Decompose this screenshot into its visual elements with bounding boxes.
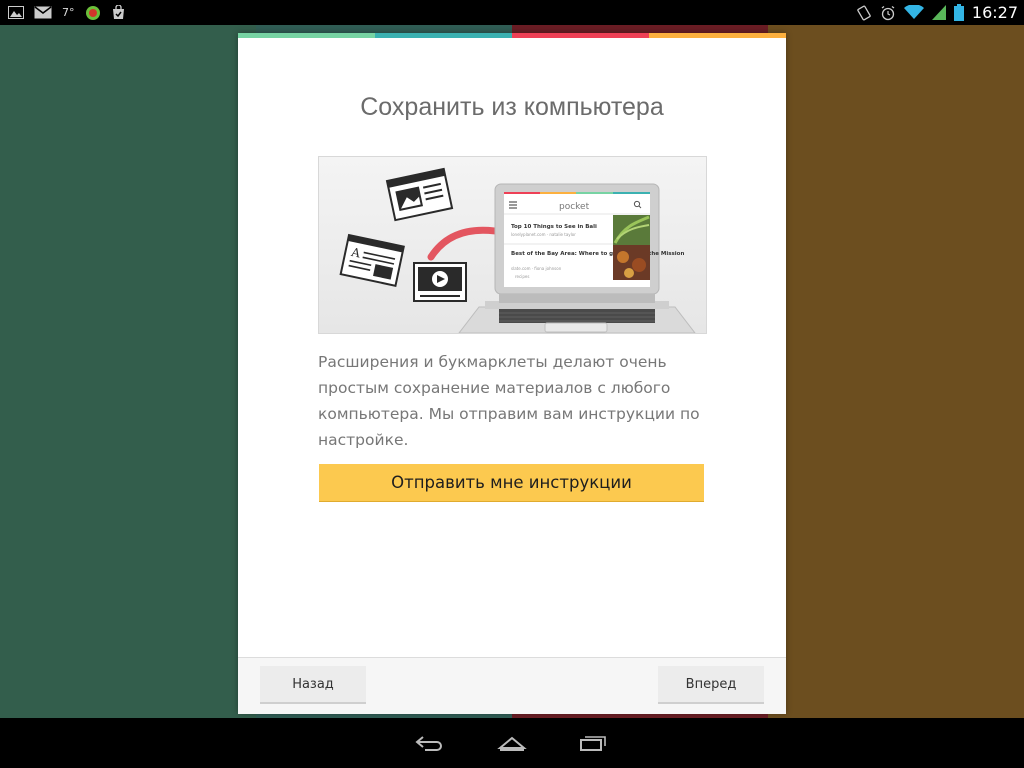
article-2-meta: slate.com · fiona johnson xyxy=(511,266,562,271)
pocket-logo-text: pocket xyxy=(559,202,590,212)
article-1-meta: lonelyplanet.com · natalie taylor xyxy=(511,232,576,237)
play-store-icon xyxy=(111,5,126,20)
navigation-bar xyxy=(0,718,1024,768)
dialog-title: Сохранить из компьютера xyxy=(360,93,664,121)
back-icon[interactable] xyxy=(412,732,448,754)
status-bar-notifications: 7° xyxy=(8,3,126,22)
battery-icon xyxy=(953,4,964,21)
next-button[interactable]: Вперед xyxy=(658,666,764,704)
article-2-tag: recipes xyxy=(515,274,529,279)
background-panel-1 xyxy=(0,25,256,718)
color-stripe-1 xyxy=(238,33,375,38)
onboarding-dialog: Сохранить из компьютера A pocket Top 10 … xyxy=(238,33,786,714)
clock-time: 16:27 xyxy=(971,3,1018,22)
illustration: A pocket Top 10 Things to See in Bali lo… xyxy=(318,156,707,334)
dialog-description: Расширения и букмарклеты делают очень пр… xyxy=(318,353,700,449)
color-stripe-2 xyxy=(375,33,512,38)
status-bar: 7° 16:27 xyxy=(0,0,1024,25)
recent-apps-icon[interactable] xyxy=(574,732,610,754)
back-button[interactable]: Назад xyxy=(260,666,366,704)
article-2-title: Best of the Bay Area: Where to get Tapas… xyxy=(511,251,684,257)
app-icon xyxy=(85,5,101,21)
rotation-icon xyxy=(856,5,872,21)
article-1-title: Top 10 Things to See in Bali xyxy=(511,224,597,230)
alarm-icon xyxy=(880,5,896,21)
signal-icon xyxy=(931,5,946,20)
video-icon xyxy=(413,262,467,302)
home-icon[interactable] xyxy=(494,732,530,754)
dialog-footer: Назад Вперед xyxy=(238,657,786,714)
temperature-text: 7° xyxy=(62,6,75,19)
send-instructions-button[interactable]: Отправить мне инструкции xyxy=(319,464,704,502)
color-stripe-4 xyxy=(649,33,786,38)
color-stripe-3 xyxy=(512,33,649,38)
laptop-icon: pocket Top 10 Things to See in Bali lone… xyxy=(458,183,696,333)
status-bar-system: 16:27 xyxy=(856,2,1018,23)
article-icon: A xyxy=(339,233,405,287)
gmail-icon xyxy=(34,6,52,19)
wifi-icon xyxy=(903,5,924,20)
webpage-icon xyxy=(385,167,454,222)
background-panel-4 xyxy=(768,25,1024,718)
gallery-icon xyxy=(8,6,24,19)
